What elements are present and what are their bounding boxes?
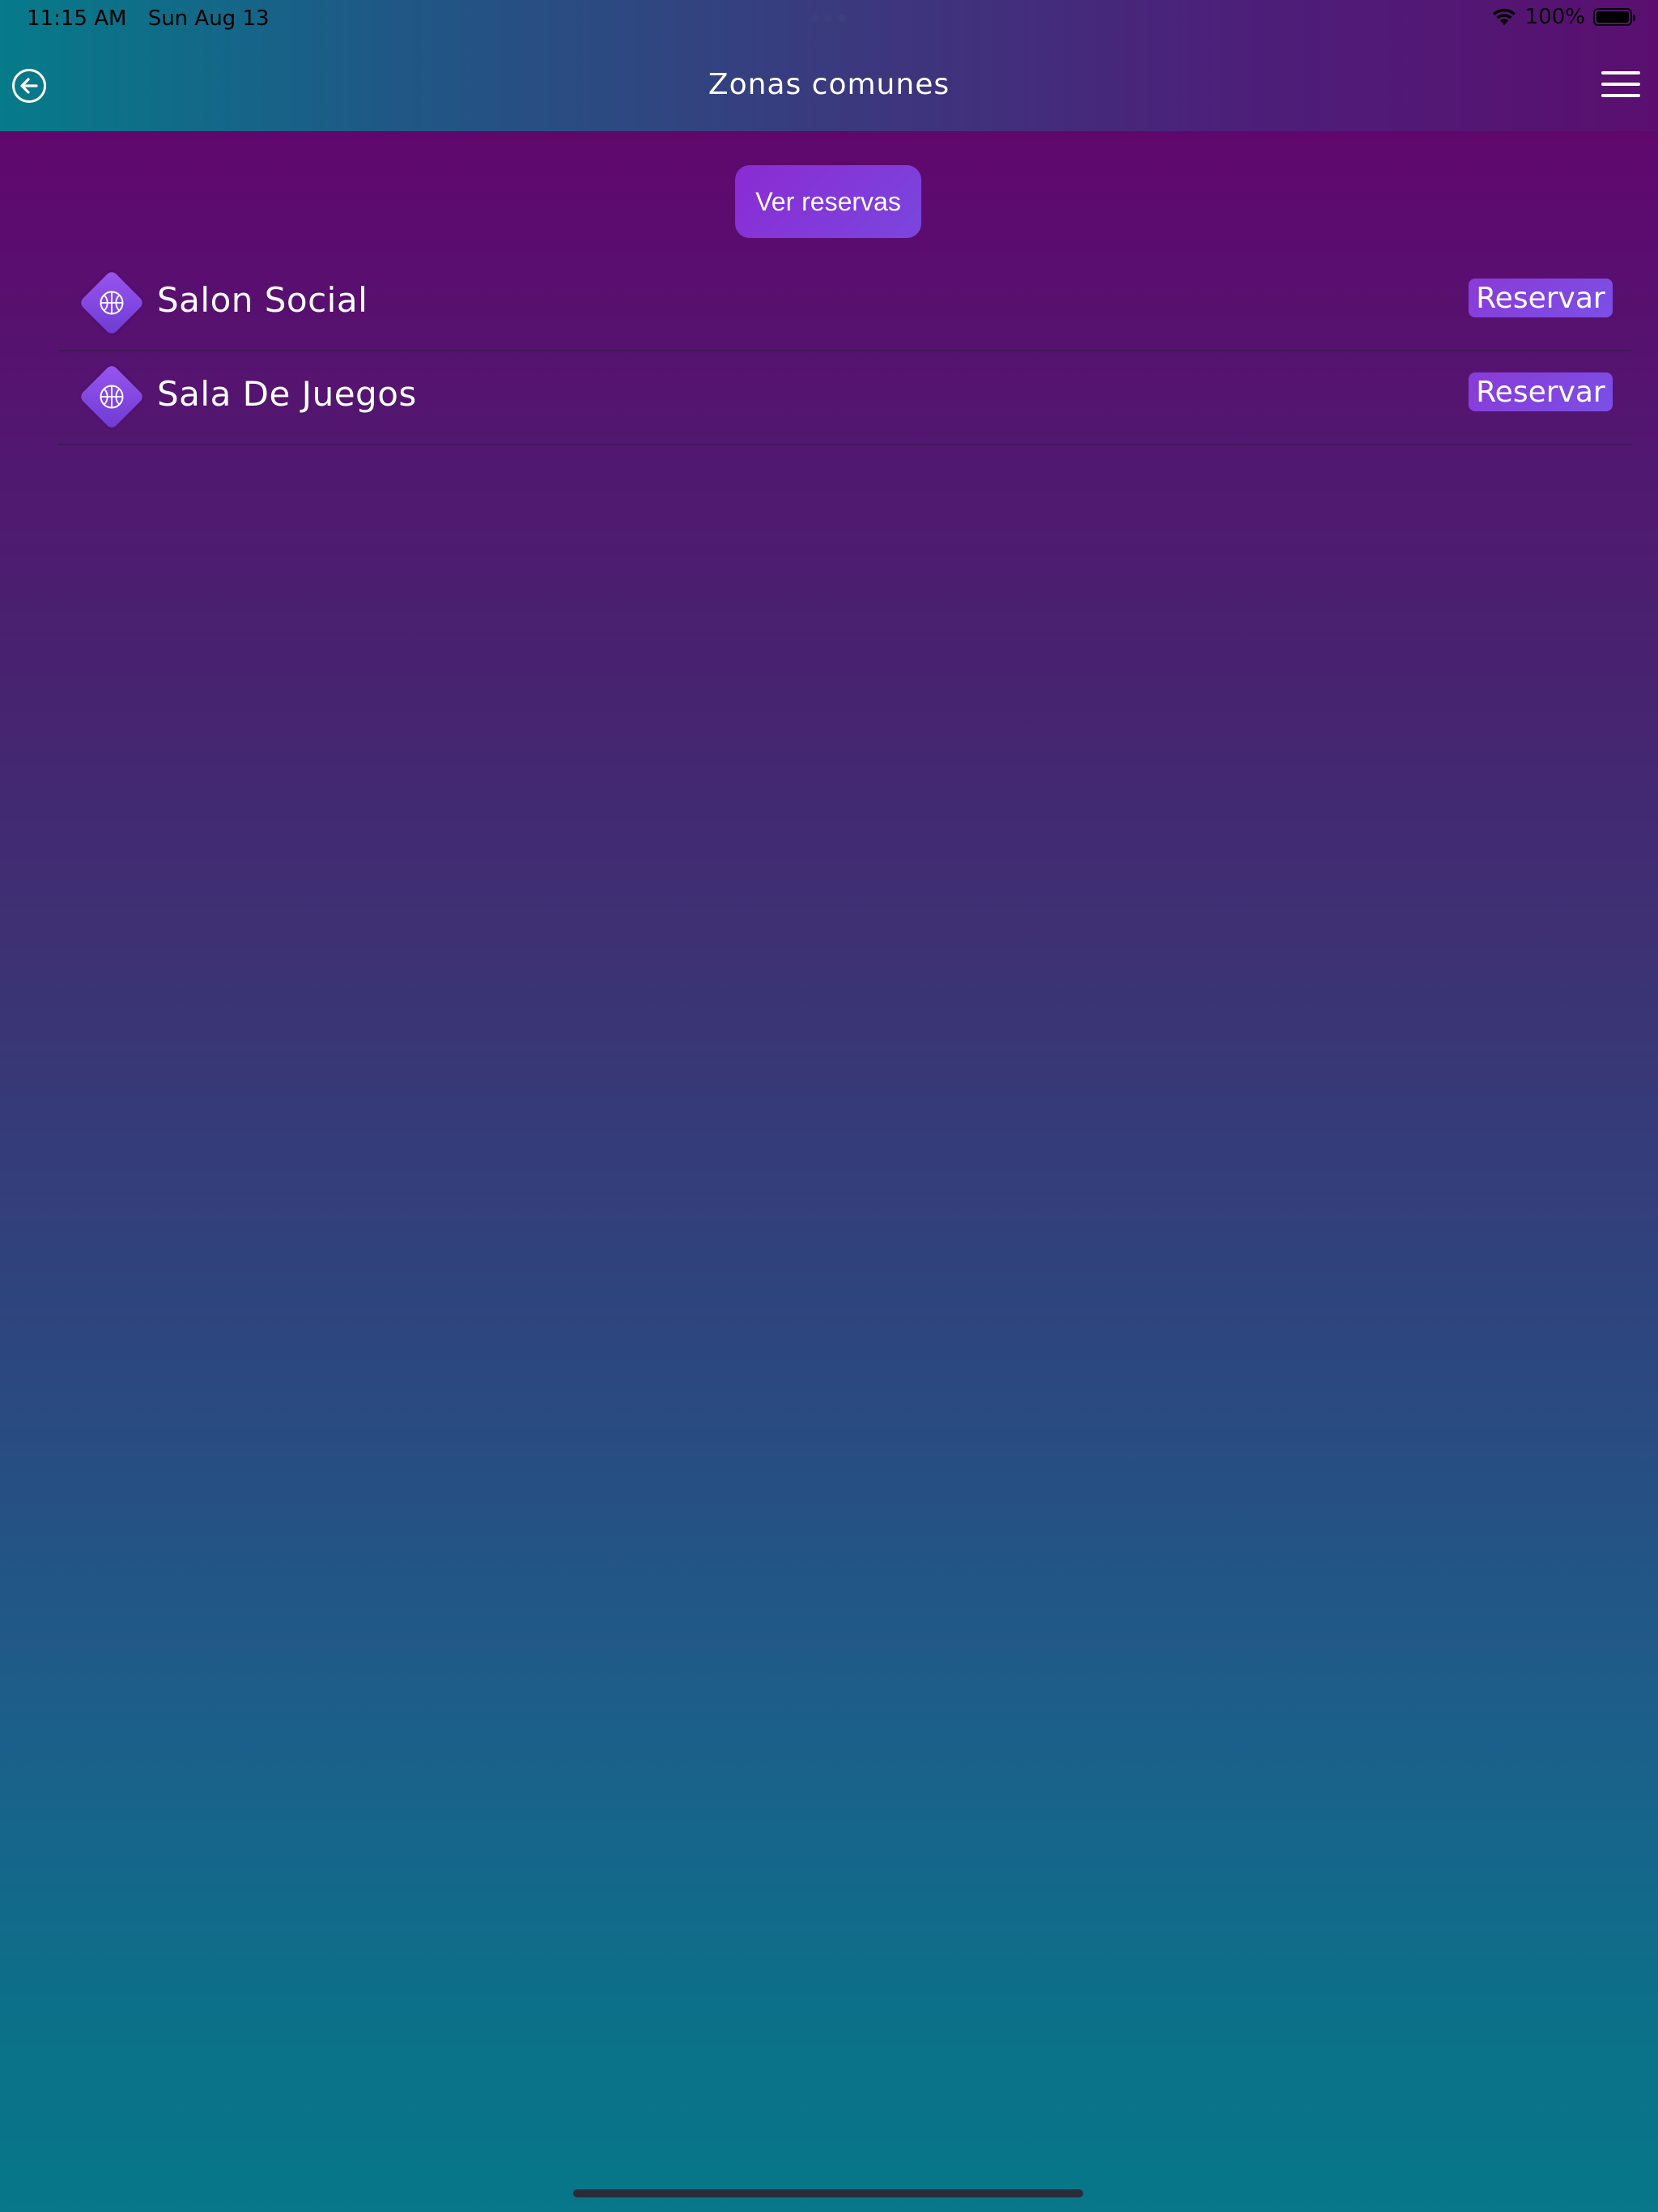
battery-fill: [1596, 11, 1629, 23]
zone-name: Sala De Juegos: [157, 374, 417, 414]
hamburger-menu-icon: [1601, 71, 1640, 74]
reserve-button[interactable]: Reservar: [1469, 279, 1613, 317]
status-bar-time: 11:15 AM Sun Aug 13: [27, 6, 284, 31]
battery-percentage: 100%: [1524, 5, 1585, 29]
zone-name: Salon Social: [157, 280, 368, 320]
home-indicator[interactable]: [573, 2189, 1083, 2197]
menu-button[interactable]: [1601, 71, 1640, 100]
status-bar-right: 100%: [1491, 5, 1635, 29]
basketball-icon: [78, 363, 146, 431]
page-title: Zonas comunes: [708, 68, 950, 101]
reserve-button[interactable]: Reservar: [1469, 372, 1613, 411]
view-reservations-button[interactable]: Ver reservas: [735, 165, 921, 238]
status-time: 11:15 AM: [27, 6, 127, 31]
multitasking-dots-icon[interactable]: [810, 15, 846, 23]
status-date: Sun Aug 13: [147, 6, 270, 31]
battery-icon: [1593, 8, 1635, 26]
list-item: Salon Social Reservar: [58, 257, 1632, 351]
zone-list: Salon Social Reservar Sala De Juegos Res…: [58, 257, 1632, 445]
basketball-icon: [78, 269, 146, 337]
list-item: Sala De Juegos Reservar: [58, 351, 1632, 445]
wifi-icon: [1492, 8, 1516, 25]
